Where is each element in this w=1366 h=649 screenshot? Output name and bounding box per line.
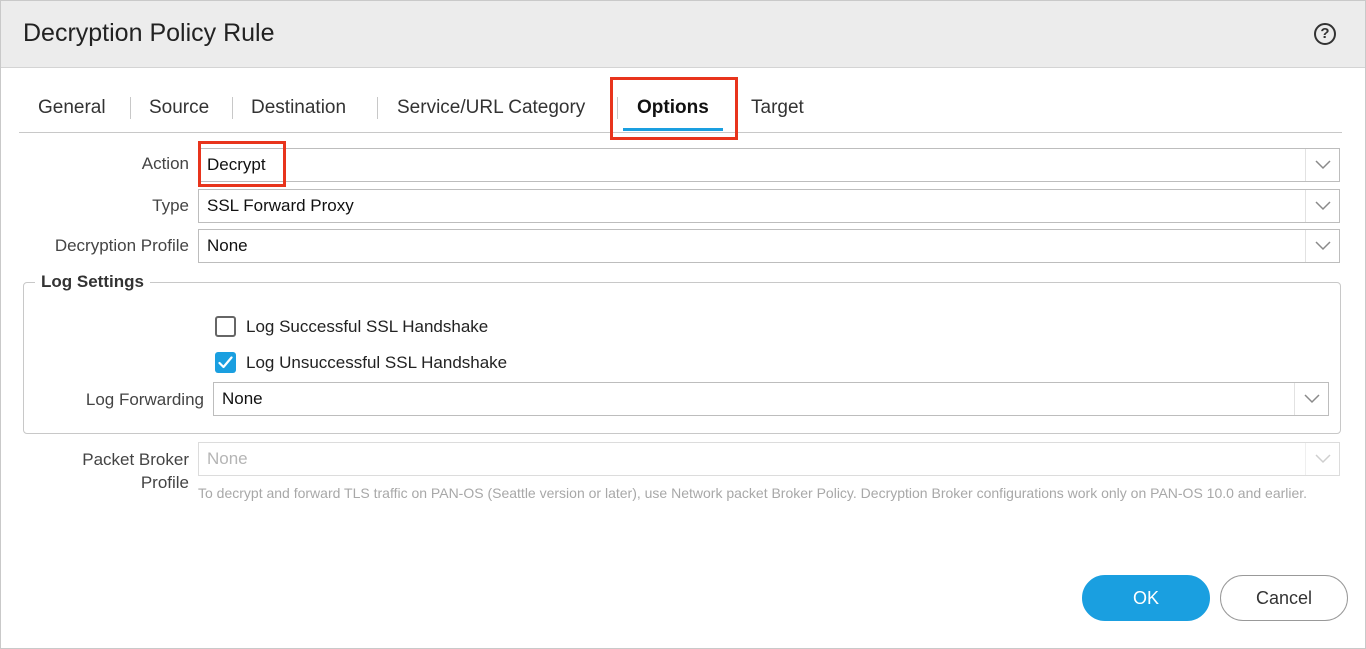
type-value: SSL Forward Proxy [207,196,354,215]
log-successful-label: Log Successful SSL Handshake [246,317,489,336]
tab-separator [232,97,233,119]
log-unsuccessful-label: Log Unsuccessful SSL Handshake [246,353,508,372]
log-settings-legend: Log Settings [35,272,150,292]
chevron-down-icon [1305,149,1339,181]
tab-separator [130,97,131,119]
help-icon[interactable]: ? [1314,23,1336,45]
packet-broker-profile-value: None [207,449,248,468]
chevron-down-icon [1305,190,1339,222]
checkbox-checked-icon[interactable] [215,352,236,373]
tab-options[interactable]: Options [623,89,723,131]
packet-broker-profile-select: None [198,442,1340,476]
decryption-profile-label: Decryption Profile [54,236,189,255]
tab-service-url-category[interactable]: Service/URL Category [397,89,585,129]
tab-general[interactable]: General [38,89,106,129]
log-forwarding-value: None [222,389,263,408]
tab-separator [377,97,378,119]
packet-broker-label-line2: Profile [140,473,189,492]
cancel-button[interactable]: Cancel [1220,575,1348,621]
tab-separator [617,97,618,119]
ok-button[interactable]: OK [1082,575,1210,621]
action-label: Action [141,154,189,173]
type-select[interactable]: SSL Forward Proxy [198,189,1340,223]
action-select[interactable]: Decrypt [198,148,1340,182]
tab-source[interactable]: Source [149,89,209,129]
tab-target[interactable]: Target [751,89,804,129]
dialog-titlebar: Decryption Policy Rule ? [1,1,1365,68]
log-forwarding-select[interactable]: None [213,382,1329,416]
packet-broker-label-line1: Packet Broker [82,450,189,469]
tab-bar: General Source Destination Service/URL C… [19,89,1342,133]
chevron-down-icon [1305,230,1339,262]
chevron-down-icon [1294,383,1328,415]
decryption-profile-select[interactable]: None [198,229,1340,263]
decryption-profile-value: None [207,236,248,255]
decryption-policy-rule-dialog: Decryption Policy Rule ? General Source … [0,0,1366,649]
log-forwarding-label: Log Forwarding [85,390,204,409]
tab-destination[interactable]: Destination [251,89,346,129]
dialog-title: Decryption Policy Rule [23,19,275,47]
packet-broker-help-text: To decrypt and forward TLS traffic on PA… [198,485,1308,501]
checkbox-unchecked-icon[interactable] [215,316,236,337]
type-label: Type [152,196,189,215]
action-value: Decrypt [207,155,266,174]
chevron-down-icon [1305,443,1339,475]
